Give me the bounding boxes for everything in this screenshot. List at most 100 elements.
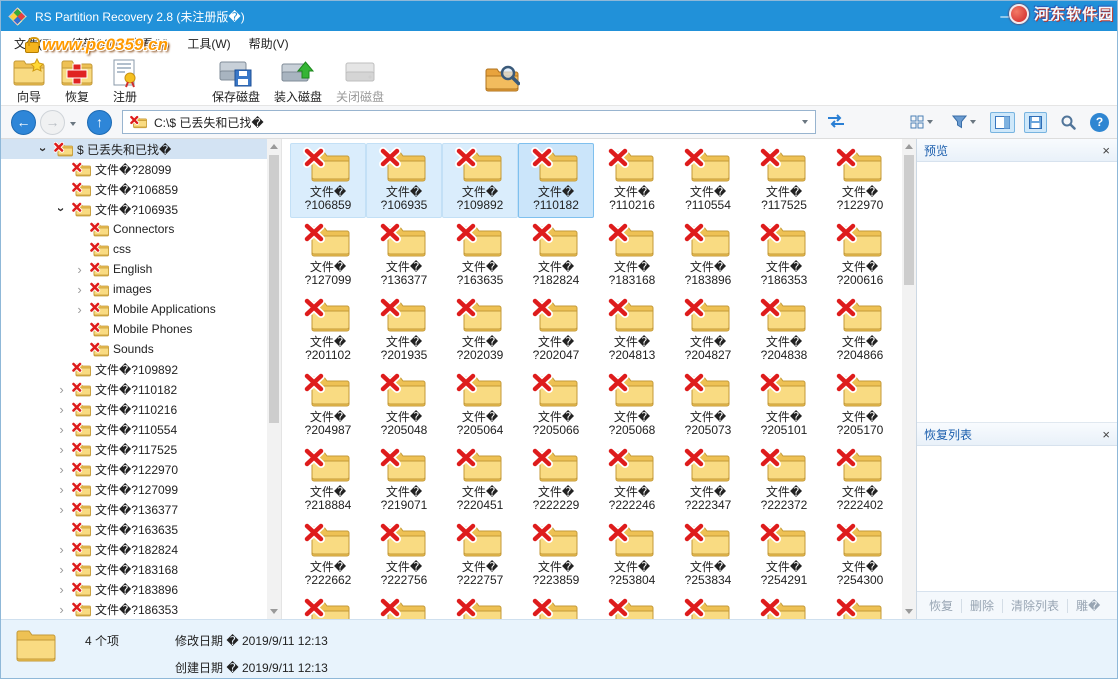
file-item[interactable]: 文件� ?109892 [442,143,518,218]
main-scrollbar-thumb[interactable] [904,155,914,285]
scroll-down-icon[interactable] [270,609,278,614]
tree-item[interactable]: 文件�?110182 [1,379,267,399]
file-item[interactable] [290,593,366,619]
expand-chevron[interactable] [73,263,86,276]
file-item[interactable]: 文件� ?205068 [594,368,670,443]
file-item[interactable]: 文件� ?204866 [822,293,898,368]
file-item[interactable]: 文件� ?222757 [442,518,518,593]
search-button[interactable] [1056,111,1081,134]
file-item[interactable]: 文件� ?254291 [746,518,822,593]
main-scrollbar[interactable] [902,139,916,619]
folder-search-button[interactable] [477,63,527,94]
recover-action-button[interactable]: 恢复 [921,597,961,614]
file-item[interactable]: 文件� ?201102 [290,293,366,368]
file-item[interactable]: 文件� ?222402 [822,443,898,518]
file-item[interactable]: 文件� ?136377 [366,218,442,293]
tree-item[interactable]: images [1,279,267,299]
tree-item[interactable]: 文件�?110216 [1,399,267,419]
file-item[interactable]: 文件� ?222229 [518,443,594,518]
close-icon[interactable]: × [1102,144,1110,157]
file-item[interactable]: 文件� ?183896 [670,218,746,293]
tree-item[interactable]: 文件�?109892 [1,359,267,379]
sidebar-scrollbar[interactable] [267,139,281,619]
tree-item[interactable]: 文件�?183896 [1,579,267,599]
file-item[interactable] [594,593,670,619]
expand-chevron[interactable] [73,283,86,296]
file-item[interactable]: 文件� ?219071 [366,443,442,518]
file-item[interactable]: 文件� ?223859 [518,518,594,593]
file-item[interactable]: 文件� ?218884 [290,443,366,518]
file-item[interactable]: 文件� ?205048 [366,368,442,443]
file-item[interactable]: 文件� ?110216 [594,143,670,218]
file-item[interactable] [518,593,594,619]
carve-action-button[interactable]: 雕� [1068,597,1108,614]
menu-item-tools[interactable]: 工具(W) [178,32,239,55]
register-button[interactable]: 注册 [101,57,149,105]
menu-item-view[interactable]: 查看(X) [120,32,178,55]
file-item[interactable]: 文件� ?222372 [746,443,822,518]
back-button[interactable] [11,110,36,135]
menu-item-help[interactable]: 帮助(V) [240,32,298,55]
tree-item[interactable]: 文件�?183168 [1,559,267,579]
mount-disk-button[interactable]: 装入磁盘 [267,57,329,105]
file-item[interactable]: 文件� ?253804 [594,518,670,593]
delete-action-button[interactable]: 删除 [962,597,1002,614]
file-item[interactable]: 文件� ?205066 [518,368,594,443]
file-item[interactable]: 文件� ?163635 [442,218,518,293]
tree-item[interactable]: 文件�?122970 [1,459,267,479]
file-item[interactable]: 文件� ?205064 [442,368,518,443]
file-item[interactable]: 文件� ?186353 [746,218,822,293]
file-item[interactable]: 文件� ?106859 [290,143,366,218]
file-item[interactable]: 文件� ?254300 [822,518,898,593]
toggle-preview-panel-button[interactable] [990,112,1015,133]
expand-chevron[interactable] [37,143,50,156]
tree-item[interactable]: 文件�?163635 [1,519,267,539]
tree-item[interactable]: 文件�?28099 [1,159,267,179]
refresh-button[interactable] [824,111,848,134]
expand-chevron[interactable] [55,443,68,456]
file-item[interactable] [746,593,822,619]
close-button[interactable]: × [1072,1,1117,31]
tree-item[interactable]: 文件�?182824 [1,539,267,559]
tree-item[interactable]: 文件�?106859 [1,179,267,199]
scroll-up-icon[interactable] [270,144,278,149]
expand-chevron[interactable] [55,603,68,616]
expand-chevron[interactable] [55,583,68,596]
file-item[interactable] [670,593,746,619]
file-item[interactable]: 文件� ?183168 [594,218,670,293]
tree-item[interactable]: $ 已丢失和已找� [1,139,267,159]
file-item[interactable]: 文件� ?202047 [518,293,594,368]
file-item[interactable]: 文件� ?222246 [594,443,670,518]
maximize-button[interactable] [1027,1,1072,31]
file-item[interactable]: 文件� ?182824 [518,218,594,293]
expand-chevron[interactable] [55,383,68,396]
file-item[interactable] [366,593,442,619]
file-item[interactable]: 文件� ?110182 [518,143,594,218]
file-item[interactable]: 文件� ?110554 [670,143,746,218]
menu-item-edit[interactable]: 编辑(Y) [62,32,120,55]
menu-item-file[interactable]: 文件(Z) [5,32,62,55]
file-item[interactable]: 文件� ?204987 [290,368,366,443]
recover-button[interactable]: 恢复 [53,57,101,105]
file-item[interactable]: 文件� ?205170 [822,368,898,443]
expand-chevron[interactable] [55,503,68,516]
expand-chevron[interactable] [55,423,68,436]
tree-item[interactable]: Mobile Applications [1,299,267,319]
file-item[interactable]: 文件� ?200616 [822,218,898,293]
file-item[interactable]: 文件� ?222756 [366,518,442,593]
expand-chevron[interactable] [73,303,86,316]
file-item[interactable]: 文件� ?204838 [746,293,822,368]
tree-item[interactable]: 文件�?127099 [1,479,267,499]
tree-item[interactable]: 文件�?136377 [1,499,267,519]
file-item[interactable] [442,593,518,619]
toggle-recovery-list-button[interactable] [1024,112,1047,133]
sidebar-scrollbar-thumb[interactable] [269,155,279,423]
file-item[interactable]: 文件� ?222662 [290,518,366,593]
up-button[interactable] [87,110,112,135]
file-item[interactable] [822,593,898,619]
tree-item[interactable]: 文件�?106935 [1,199,267,219]
close-icon[interactable]: × [1102,428,1110,441]
view-mode-button[interactable] [905,111,938,133]
save-disk-button[interactable]: 保存磁盘 [205,57,267,105]
tree-item[interactable]: Connectors [1,219,267,239]
